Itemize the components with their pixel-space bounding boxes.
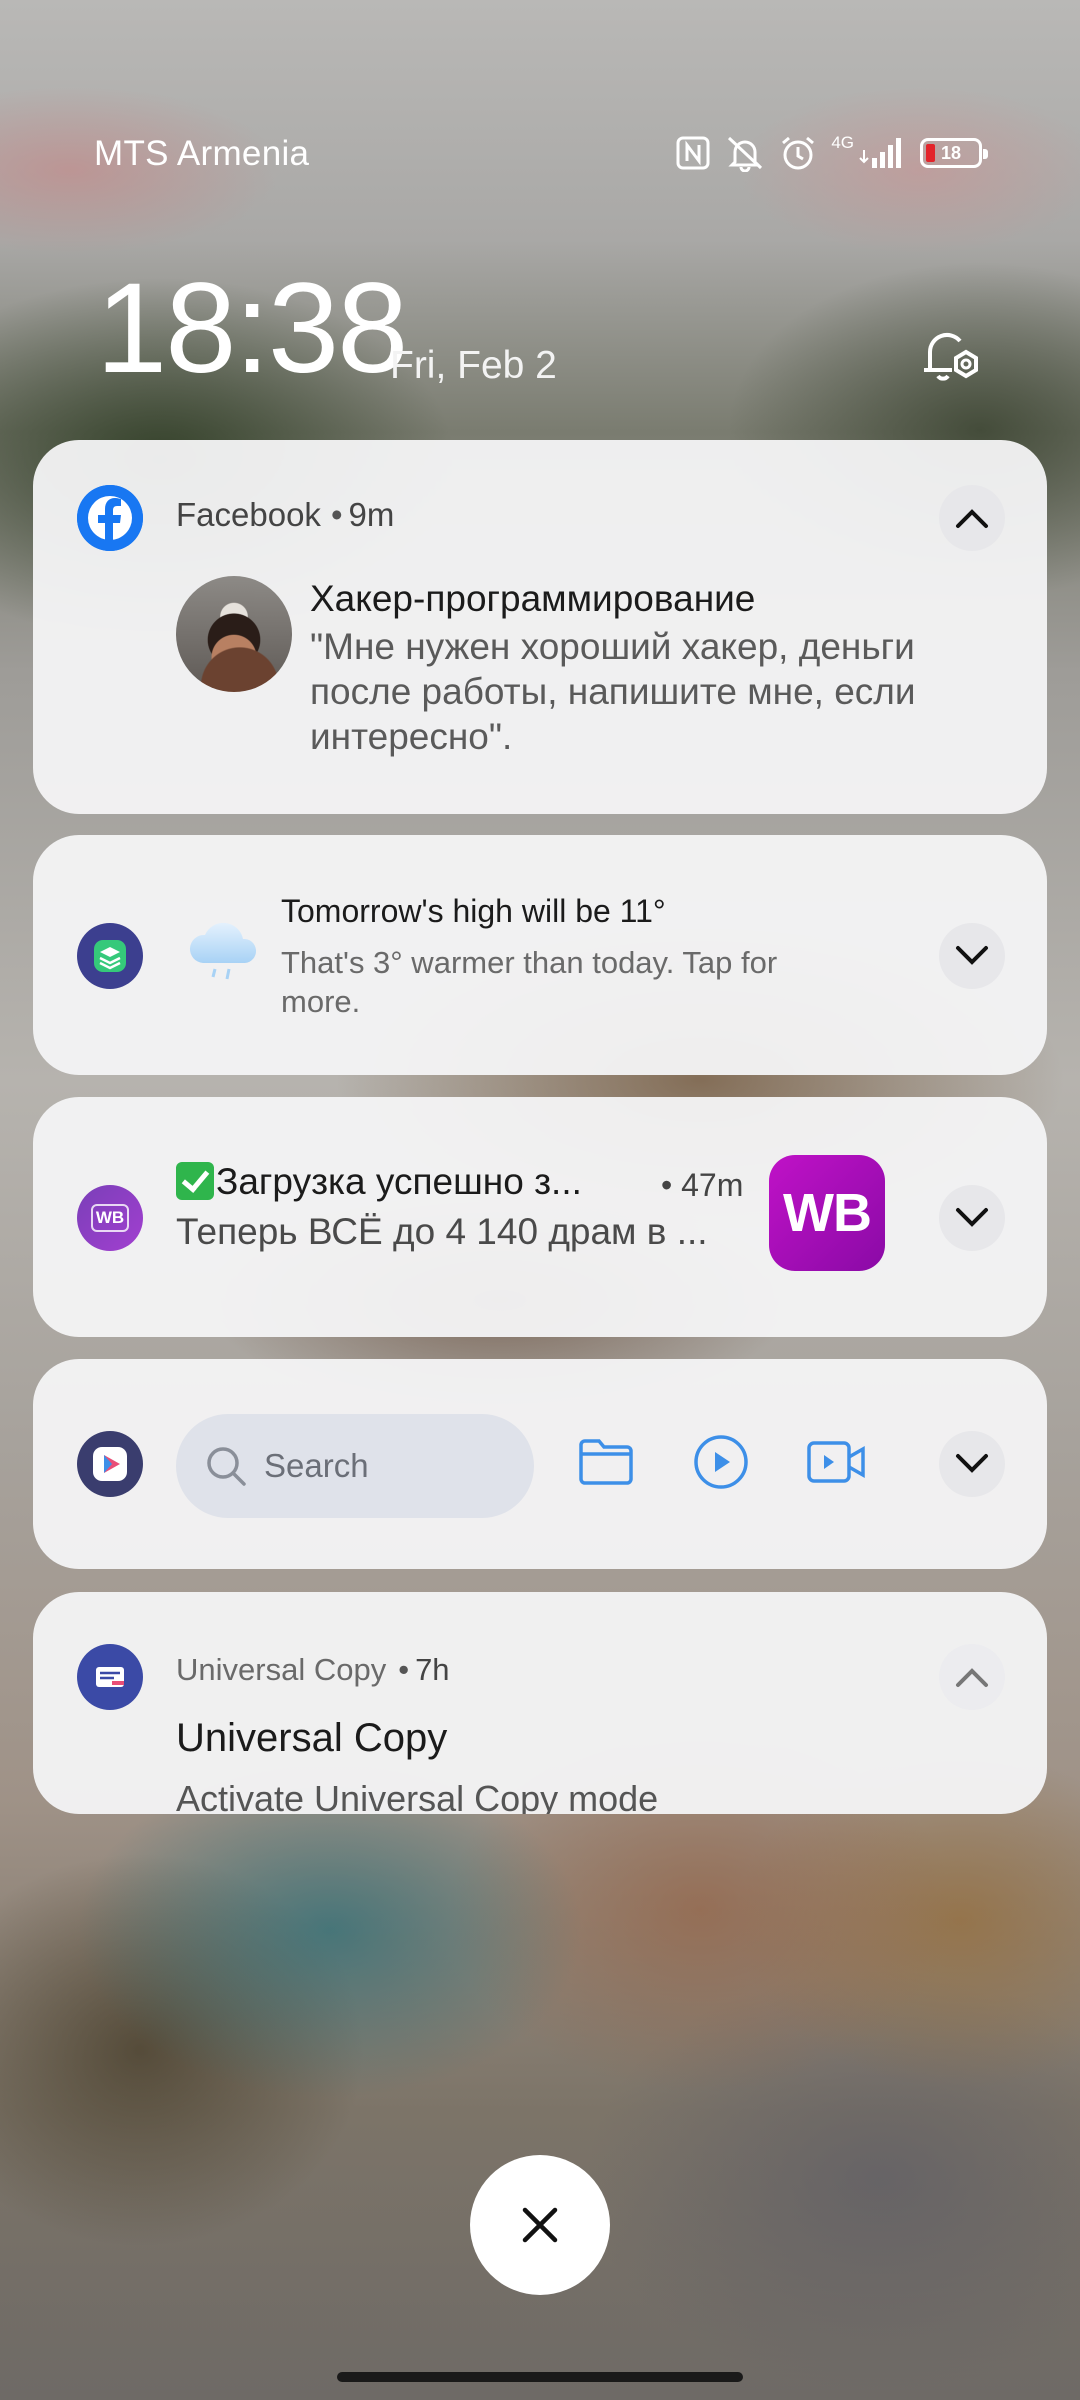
notification-header: Facebook • 9m	[176, 496, 394, 534]
notification-title: Universal Copy	[176, 1716, 448, 1760]
chevron-up-icon	[956, 509, 988, 528]
network-type-label: 4G	[831, 133, 854, 152]
notification-facebook[interactable]: Facebook • 9m Хакер-программирование "Мне …	[33, 440, 1047, 814]
notification-title-text: Загрузка успешно з...	[216, 1161, 582, 1202]
signal-icon	[858, 136, 906, 170]
play-circle-icon[interactable]	[688, 1429, 754, 1495]
cloud-rain-icon	[185, 917, 265, 987]
notification-text: That's 3° warmer than today. Tap for mor…	[281, 945, 778, 1019]
search-input[interactable]: Search	[176, 1414, 534, 1518]
close-icon	[522, 2207, 558, 2243]
app-name: Facebook	[176, 496, 321, 533]
avatar	[176, 576, 292, 692]
battery-icon: 18	[920, 138, 988, 168]
notification-time-wrap: • 47m	[661, 1167, 743, 1204]
home-indicator[interactable]	[337, 2372, 743, 2382]
video-camera-icon[interactable]	[803, 1429, 869, 1495]
bell-muted-icon	[725, 134, 765, 172]
separator: •	[398, 1652, 410, 1687]
notification-universal-copy[interactable]: Universal Copy • 7h Universal Copy Activat…	[33, 1592, 1047, 1814]
collapse-button[interactable]	[939, 1644, 1005, 1710]
notification-time: 47m	[681, 1167, 744, 1203]
wildberries-app-icon: WB	[77, 1185, 143, 1251]
notification-media-search[interactable]: Search	[33, 1359, 1047, 1569]
lockscreen-date: Fri, Feb 2	[390, 344, 557, 387]
app-icon-label: WB	[90, 1204, 130, 1232]
wildberries-logo: WB	[769, 1155, 885, 1271]
search-icon	[207, 1447, 246, 1486]
status-icons: 4G 18	[675, 133, 988, 172]
checkmark-icon	[176, 1162, 214, 1200]
collapse-button[interactable]	[939, 485, 1005, 551]
notification-header: Universal Copy • 7h	[176, 1652, 450, 1688]
nfc-icon	[675, 135, 711, 171]
media-app-icon	[77, 1431, 143, 1497]
battery-level: 18	[940, 142, 962, 163]
notification-settings-icon[interactable]	[916, 322, 986, 392]
notification-title: Tomorrow's high will be 11°	[281, 893, 666, 929]
notification-title: Загрузка успешно з...	[176, 1161, 582, 1203]
expand-button[interactable]	[939, 1431, 1005, 1497]
carrier-name: MTS Armenia	[94, 134, 310, 173]
expand-button[interactable]	[939, 1185, 1005, 1251]
notification-wildberries[interactable]: WB Загрузка успешно з... • 47m Теперь ВС…	[33, 1097, 1047, 1337]
lockscreen-clock: 18:38	[96, 257, 408, 400]
alarm-icon	[779, 134, 817, 172]
clear-all-button[interactable]	[470, 2155, 610, 2295]
separator: •	[661, 1167, 673, 1203]
separator: •	[330, 496, 343, 533]
notification-text: "Мне нужен хороший хакер, деньги после р…	[310, 626, 916, 757]
notification-weather[interactable]: Tomorrow's high will be 11° That's 3° wa…	[33, 835, 1047, 1075]
status-bar: MTS Armenia 4G 18	[0, 130, 1080, 190]
notification-time: 7h	[415, 1652, 450, 1687]
weather-app-icon	[77, 923, 143, 989]
universal-copy-app-icon	[77, 1644, 143, 1710]
folder-icon[interactable]	[573, 1429, 639, 1495]
chevron-down-icon	[956, 946, 988, 965]
notification-title: Хакер-программирование	[310, 578, 756, 619]
notification-time: 9m	[348, 496, 395, 533]
chevron-up-icon	[956, 1668, 988, 1687]
chevron-down-icon	[956, 1454, 988, 1473]
notification-text: Теперь ВСЁ до 4 140 драм в ...	[176, 1211, 708, 1252]
app-name: Universal Copy	[176, 1652, 387, 1687]
chevron-down-icon	[956, 1208, 988, 1227]
search-placeholder: Search	[264, 1447, 369, 1484]
facebook-icon	[77, 485, 143, 551]
notification-text: Activate Universal Copy mode	[176, 1778, 659, 1814]
expand-button[interactable]	[939, 923, 1005, 989]
